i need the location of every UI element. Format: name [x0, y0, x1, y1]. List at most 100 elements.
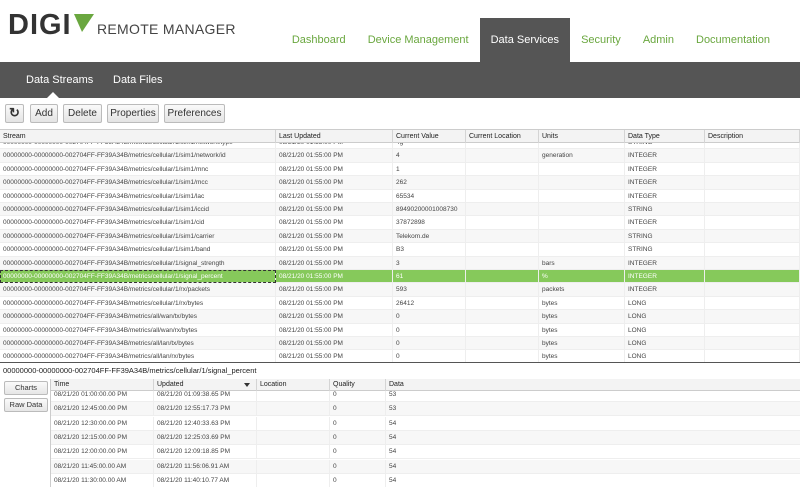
- charts-button[interactable]: Charts: [4, 381, 48, 395]
- table-row[interactable]: 08/21/20 12:15:00.00 PM 08/21/20 12:25:03…: [51, 430, 800, 445]
- cell-last-updated: 08/21/20 01:55:00 PM: [276, 256, 393, 270]
- table-row[interactable]: 00000000-00000000-002704FF-FF39A34B/metr…: [0, 176, 800, 190]
- cell-units: bars: [539, 256, 625, 270]
- cell-units: [539, 176, 625, 190]
- cell-stream: 00000000-00000000-002704FF-FF39A34B/metr…: [0, 176, 276, 190]
- cell-current-location: [466, 189, 539, 203]
- cell-stream: 00000000-00000000-002704FF-FF39A34B/metr…: [0, 149, 276, 163]
- cell-units: [539, 243, 625, 257]
- table-row[interactable]: 00000000-00000000-002704FF-FF39A34B/metr…: [0, 310, 800, 324]
- table-row[interactable]: 00000000-00000000-002704FF-FF39A34B/metr…: [0, 216, 800, 230]
- table-row[interactable]: 00000000-00000000-002704FF-FF39A34B/metr…: [0, 162, 800, 177]
- column-header-updated[interactable]: Updated: [154, 379, 257, 391]
- column-header-last-updated[interactable]: Last Updated: [276, 130, 393, 143]
- table-row[interactable]: 00000000-00000000-002704FF-FF39A34B/metr…: [0, 283, 800, 297]
- table-row[interactable]: 08/21/20 11:45:00.00 AM 08/21/20 11:56:06…: [51, 459, 800, 474]
- add-button[interactable]: Add: [30, 104, 58, 123]
- column-header-description[interactable]: Description: [705, 130, 800, 143]
- table-row[interactable]: 08/21/20 12:30:00.00 PM 08/21/20 12:40:33…: [51, 416, 800, 431]
- cell-current-location: [466, 283, 539, 297]
- column-header-units[interactable]: Units: [539, 130, 625, 143]
- cell-data: 53: [386, 402, 800, 416]
- cell-current-location: [466, 270, 539, 283]
- main-nav: Dashboard Device Management Data Service…: [281, 18, 800, 62]
- cell-stream: 00000000-00000000-002704FF-FF39A34B/metr…: [0, 323, 276, 337]
- cell-units: bytes: [539, 310, 625, 324]
- raw-data-button[interactable]: Raw Data: [4, 398, 48, 412]
- column-header-location[interactable]: Location: [257, 379, 330, 391]
- column-header-current-value[interactable]: Current Value: [393, 130, 466, 143]
- column-header-data-type[interactable]: Data Type: [625, 130, 705, 143]
- cell-current-value: 89490200001008730: [393, 203, 466, 216]
- cell-last-updated: 08/21/20 01:55:00 PM: [276, 350, 393, 362]
- table-row[interactable]: 08/21/20 12:00:00.00 PM 08/21/20 12:09:18…: [51, 445, 800, 460]
- table-row[interactable]: 00000000-00000000-002704FF-FF39A34B/metr…: [0, 256, 800, 270]
- cell-current-location: [466, 350, 539, 362]
- cell-stream: 00000000-00000000-002704FF-FF39A34B/metr…: [0, 243, 276, 257]
- nav-data-services[interactable]: Data Services: [479, 18, 571, 62]
- table-row[interactable]: 00000000-00000000-002704FF-FF39A34B/metr…: [0, 350, 800, 362]
- column-header-data[interactable]: Data: [386, 379, 800, 391]
- cell-quality: 0: [330, 445, 386, 460]
- cell-current-location: [466, 323, 539, 337]
- cell-data-type: INTEGER: [625, 149, 705, 163]
- nav-dashboard[interactable]: Dashboard: [281, 18, 357, 62]
- toolbar: ↻ Add Delete Properties Preferences: [0, 98, 800, 129]
- cell-time: 08/21/20 11:45:00.00 AM: [51, 459, 154, 474]
- cell-data-type: INTEGER: [625, 270, 705, 283]
- cell-description: [705, 229, 800, 243]
- preferences-button[interactable]: Preferences: [164, 104, 225, 123]
- cell-current-location: [466, 296, 539, 310]
- cell-units: [539, 203, 625, 216]
- cell-units: [539, 229, 625, 243]
- tab-data-files[interactable]: Data Files: [113, 62, 163, 98]
- cell-description: [705, 189, 800, 203]
- cell-last-updated: 08/21/20 01:55:00 PM: [276, 149, 393, 163]
- table-row[interactable]: 00000000-00000000-002704FF-FF39A34B/metr…: [0, 323, 800, 337]
- cell-data: 54: [386, 431, 800, 445]
- cell-updated: 08/21/20 11:56:06.91 AM: [154, 459, 257, 474]
- cell-stream: 00000000-00000000-002704FF-FF39A34B/metr…: [0, 296, 276, 310]
- cell-data-type: STRING: [625, 203, 705, 216]
- table-row[interactable]: 08/21/20 12:45:00.00 PM 08/21/20 12:55:17…: [51, 402, 800, 417]
- table-row[interactable]: 00000000-00000000-002704FF-FF39A34B/metr…: [0, 337, 800, 351]
- nav-documentation[interactable]: Documentation: [685, 18, 800, 62]
- nav-device-management[interactable]: Device Management: [357, 18, 480, 62]
- table-row[interactable]: 00000000-00000000-002704FF-FF39A34B/metr…: [0, 189, 800, 203]
- tab-data-streams[interactable]: Data Streams: [26, 62, 93, 98]
- column-header-time[interactable]: Time: [51, 379, 154, 391]
- cell-location: [257, 445, 330, 460]
- cell-stream: 00000000-00000000-002704FF-FF39A34B/metr…: [0, 350, 276, 362]
- nav-security[interactable]: Security: [570, 18, 632, 62]
- column-header-stream[interactable]: Stream: [0, 130, 276, 143]
- cell-data-type: INTEGER: [625, 256, 705, 270]
- cell-description: [705, 243, 800, 257]
- table-row[interactable]: 08/21/20 11:30:00.00 AM 08/21/20 11:40:10…: [51, 473, 800, 487]
- table-row[interactable]: 00000000-00000000-002704FF-FF39A34B/metr…: [0, 243, 800, 257]
- delete-button[interactable]: Delete: [63, 104, 102, 123]
- cell-location: [257, 416, 330, 431]
- nav-admin[interactable]: Admin: [632, 18, 685, 62]
- cell-quality: 0: [330, 416, 386, 431]
- cell-current-location: [466, 149, 539, 163]
- cell-current-value: 37872898: [393, 216, 466, 230]
- column-header-current-location[interactable]: Current Location: [466, 130, 539, 143]
- properties-button[interactable]: Properties: [107, 104, 159, 123]
- table-row[interactable]: 00000000-00000000-002704FF-FF39A34B/metr…: [0, 149, 800, 163]
- table-row-selected[interactable]: 00000000-00000000-002704FF-FF39A34B/metr…: [0, 270, 800, 284]
- cell-data-type: INTEGER: [625, 189, 705, 203]
- table-row[interactable]: 00000000-00000000-002704FF-FF39A34B/metr…: [0, 296, 800, 311]
- cell-current-location: [466, 243, 539, 257]
- logo-text: DIGI: [8, 9, 72, 38]
- digi-logo[interactable]: DIGI: [8, 8, 94, 38]
- cell-stream: 00000000-00000000-002704FF-FF39A34B/metr…: [0, 189, 276, 203]
- cell-units: [539, 189, 625, 203]
- table-row[interactable]: 00000000-00000000-002704FF-FF39A34B/metr…: [0, 229, 800, 244]
- streams-table-header: Stream Last Updated Current Value Curren…: [0, 130, 800, 143]
- cell-stream: 00000000-00000000-002704FF-FF39A34B/metr…: [0, 283, 276, 297]
- column-header-quality[interactable]: Quality: [330, 379, 386, 391]
- table-row[interactable]: 00000000-00000000-002704FF-FF39A34B/metr…: [0, 203, 800, 217]
- cell-updated: 08/21/20 12:09:18.85 PM: [154, 445, 257, 460]
- top-header: DIGI REMOTE MANAGER Dashboard Device Man…: [0, 0, 800, 62]
- refresh-icon[interactable]: ↻: [5, 104, 24, 123]
